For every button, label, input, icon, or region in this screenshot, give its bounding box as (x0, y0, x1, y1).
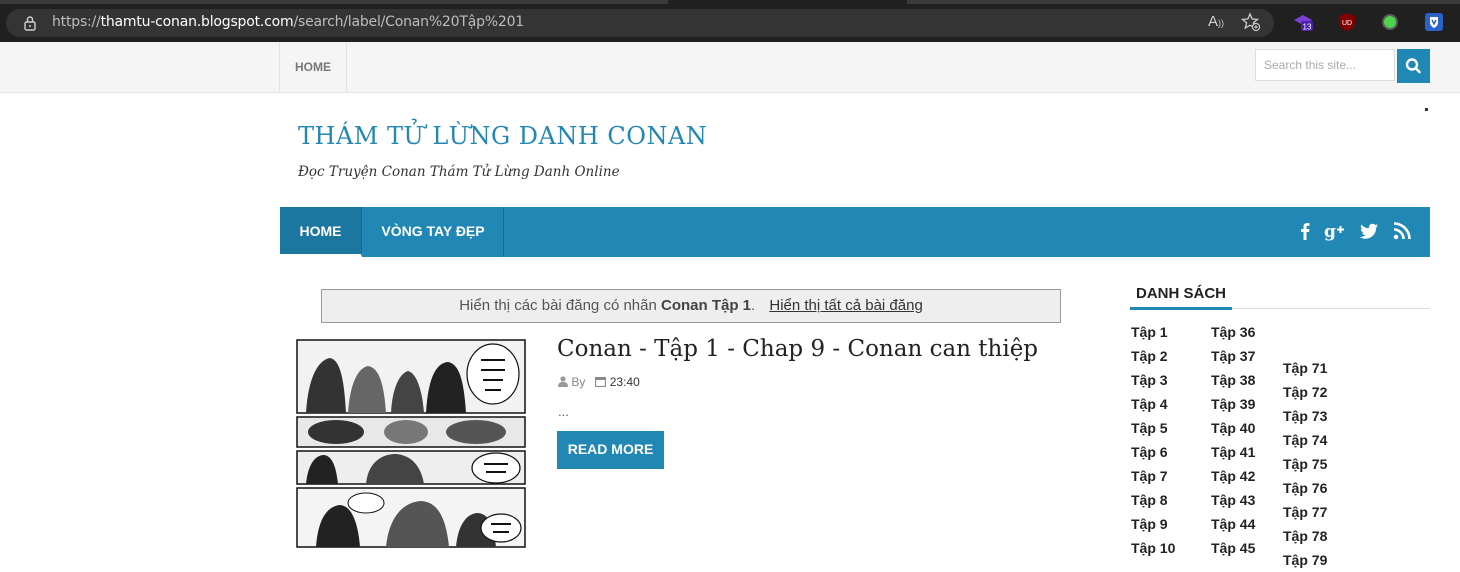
read-more-button[interactable]: READ MORE (557, 431, 664, 469)
extension-ublock-icon[interactable]: UD (1337, 12, 1357, 32)
nav-item-home[interactable]: HOME (280, 207, 362, 257)
sidebar-list-item[interactable]: Tập 76 (1283, 476, 1327, 500)
sidebar-list-item[interactable]: Tập 73 (1283, 404, 1327, 428)
notice-label: Conan Tập 1 (661, 297, 752, 314)
sidebar-list-item[interactable]: Tập 42 (1211, 464, 1255, 488)
post-thumbnail[interactable] (296, 338, 526, 549)
site-description: Đọc Truyện Conan Thám Tử Lừng Danh Onlin… (298, 164, 620, 180)
site-title[interactable]: THÁM TỬ LỪNG DANH CONAN (298, 122, 707, 150)
sidebar-list-item[interactable]: Tập 39 (1211, 392, 1255, 416)
lock-icon (24, 16, 36, 31)
post-excerpt: ... (558, 404, 569, 419)
sidebar-title: DANH SÁCH (1136, 285, 1226, 302)
search-input[interactable]: Search this site... (1255, 49, 1395, 81)
sidebar-list-item[interactable]: Tập 6 (1131, 440, 1175, 464)
sidebar-list-item[interactable]: Tập 74 (1283, 428, 1327, 452)
main-nav: HOME VÒNG TAY ĐẸP g (280, 207, 1430, 257)
sidebar-list-item[interactable]: Tập 71 (1283, 356, 1327, 380)
extension-status-icon[interactable] (1380, 12, 1400, 32)
sidebar-list-item[interactable]: Tập 3 (1131, 368, 1175, 392)
sidebar-list-item[interactable]: Tập 36 (1211, 320, 1255, 344)
extension-graduation-icon[interactable]: 13 (1293, 12, 1313, 32)
google-plus-icon[interactable]: g (1324, 220, 1346, 242)
sidebar-list-item[interactable]: Tập 40 (1211, 416, 1255, 440)
show-all-posts-link[interactable]: Hiển thị tất cả bài đăng (769, 297, 922, 314)
sidebar-list-item[interactable]: Tập 4 (1131, 392, 1175, 416)
sidebar-list-item[interactable]: Tập 38 (1211, 368, 1255, 392)
sidebar-list-item[interactable]: Tập 43 (1211, 488, 1255, 512)
sidebar-list-item[interactable]: Tập 10 (1131, 536, 1175, 560)
sidebar-list-item[interactable]: Tập 41 (1211, 440, 1255, 464)
favorite-star-icon[interactable] (1241, 12, 1261, 32)
tab-strip (0, 0, 668, 4)
sidebar-list-item[interactable]: Tập 2 (1131, 344, 1175, 368)
url-text[interactable]: https://thamtu-conan.blogspot.com/search… (52, 14, 524, 30)
user-icon (558, 376, 568, 387)
post-time[interactable]: 23:40 (610, 375, 640, 389)
tab-strip (907, 0, 1460, 4)
sidebar-list-item[interactable]: Tập 77 (1283, 500, 1327, 524)
sidebar-list-item[interactable]: Tập 5 (1131, 416, 1175, 440)
top-nav-home[interactable]: HOME (279, 42, 347, 92)
sidebar-list-item[interactable]: Tập 78 (1283, 524, 1327, 548)
sidebar-list-item[interactable]: Tập 75 (1283, 452, 1327, 476)
sidebar-column-1: Tập 1 Tập 2 Tập 3 Tập 4 Tập 5 Tập 6 Tập 7 Tập 8… (1131, 320, 1175, 560)
browser-toolbar: https://thamtu-conan.blogspot.com/search… (0, 0, 1460, 42)
svg-text:g: g (1324, 222, 1336, 242)
sidebar-list-item[interactable]: Tập 45 (1211, 536, 1255, 560)
top-bar: HOME Search this site... (0, 42, 1460, 93)
sidebar-list-item[interactable]: Tập 37 (1211, 344, 1255, 368)
read-aloud-icon[interactable]: A)) (1206, 12, 1226, 32)
svg-text:13: 13 (1303, 23, 1312, 32)
calendar-icon (595, 376, 607, 388)
sidebar-title-underline (1130, 307, 1232, 310)
rss-icon[interactable] (1391, 220, 1413, 242)
post-title[interactable]: Conan - Tập 1 - Chap 9 - Conan can thiệp (557, 336, 1038, 362)
search-button[interactable] (1397, 49, 1430, 83)
twitter-icon[interactable] (1358, 220, 1380, 242)
post-meta: By 23:40 (558, 375, 640, 389)
nav-item-vong-tay-dep[interactable]: VÒNG TAY ĐẸP (363, 207, 504, 257)
svg-text:UD: UD (1342, 20, 1352, 27)
post-author-by: By (571, 375, 586, 389)
dot-marker (1425, 108, 1428, 111)
sidebar-list-item[interactable]: Tập 7 (1131, 464, 1175, 488)
sidebar-column-2: Tập 36 Tập 37 Tập 38 Tập 39 Tập 40 Tập 41 Tập … (1211, 320, 1255, 560)
search-icon (1405, 58, 1421, 74)
sidebar-list-item[interactable]: Tập 8 (1131, 488, 1175, 512)
sidebar-list-item[interactable]: Tập 72 (1283, 380, 1327, 404)
sidebar-column-3: Tập 71 Tập 72 Tập 73 Tập 74 Tập 75 Tập 76 Tập … (1283, 356, 1327, 572)
notice-prefix: Hiển thị các bài đăng có nhãn (459, 297, 657, 314)
extension-shield-icon[interactable] (1424, 12, 1444, 32)
label-notice: Hiển thị các bài đăng có nhãn Conan Tập … (321, 289, 1061, 323)
sidebar-list-item[interactable]: Tập 44 (1211, 512, 1255, 536)
sidebar-list-item[interactable]: Tập 79 (1283, 548, 1327, 572)
facebook-icon[interactable] (1294, 220, 1316, 242)
sidebar-list-item[interactable]: Tập 1 (1131, 320, 1175, 344)
sidebar-list-item[interactable]: Tập 9 (1131, 512, 1175, 536)
